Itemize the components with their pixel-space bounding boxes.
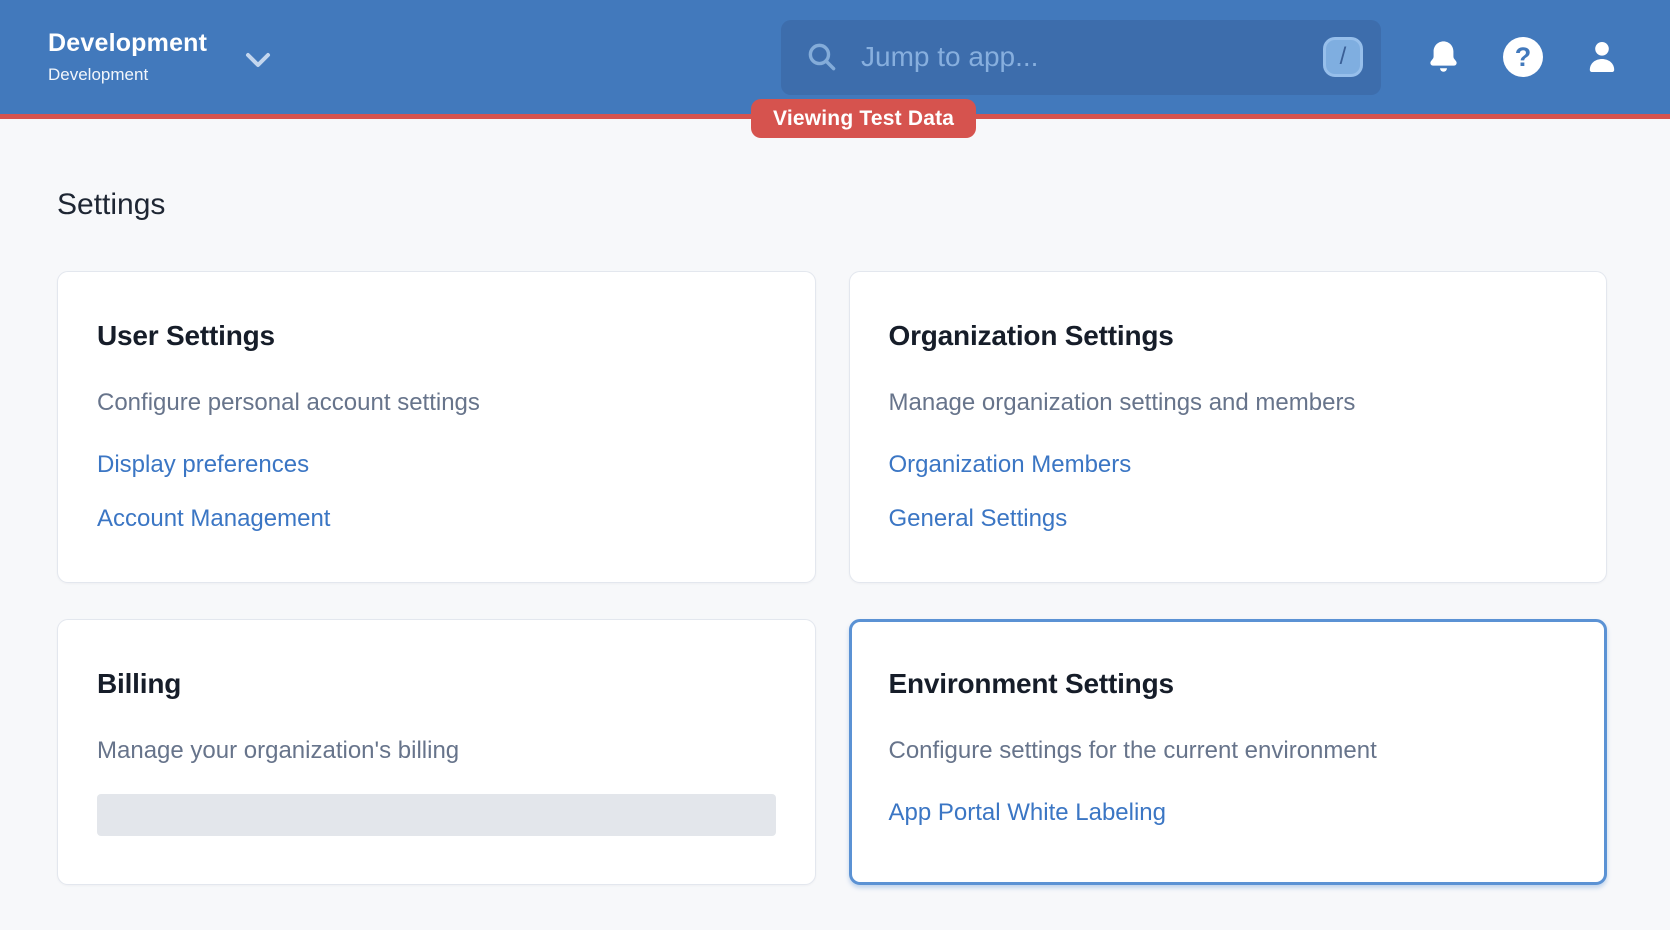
billing-skeleton-bar xyxy=(97,794,776,836)
card-links: App Portal White Labeling xyxy=(889,798,1568,828)
environment-switcher[interactable]: Development Development xyxy=(48,29,273,85)
link-general-settings[interactable]: General Settings xyxy=(889,504,1068,534)
settings-page: Settings User Settings Configure persona… xyxy=(0,119,1670,885)
environment-subtitle: Development xyxy=(48,65,207,85)
card-links: Display preferences Account Management xyxy=(97,450,776,534)
environment-name: Development xyxy=(48,29,207,58)
card-billing: Billing Manage your organization's billi… xyxy=(57,619,816,885)
user-icon xyxy=(1583,38,1621,76)
link-account-management[interactable]: Account Management xyxy=(97,504,330,534)
notifications-button[interactable] xyxy=(1424,38,1463,77)
question-mark-icon: ? xyxy=(1503,37,1543,77)
slash-shortcut-key: / xyxy=(1323,37,1363,77)
help-button[interactable]: ? xyxy=(1503,37,1543,77)
help-glyph: ? xyxy=(1515,42,1532,73)
chevron-down-icon xyxy=(243,49,273,71)
link-display-preferences[interactable]: Display preferences xyxy=(97,450,309,480)
card-organization-settings: Organization Settings Manage organizatio… xyxy=(849,271,1608,583)
environment-label-group: Development Development xyxy=(48,29,207,85)
jump-to-app-search: / xyxy=(781,20,1381,95)
card-description: Configure settings for the current envir… xyxy=(889,736,1568,766)
top-header: Development Development / xyxy=(0,0,1670,114)
page-title: Settings xyxy=(57,188,1607,222)
card-links: Organization Members General Settings xyxy=(889,450,1568,534)
link-app-portal-white-labeling[interactable]: App Portal White Labeling xyxy=(889,798,1167,828)
card-title: Organization Settings xyxy=(889,318,1568,354)
search-input[interactable] xyxy=(839,41,1323,73)
card-environment-settings: Environment Settings Configure settings … xyxy=(849,619,1608,885)
settings-cards-grid: User Settings Configure personal account… xyxy=(57,271,1607,885)
card-user-settings: User Settings Configure personal account… xyxy=(57,271,816,583)
card-title: Billing xyxy=(97,666,776,702)
card-description: Configure personal account settings xyxy=(97,388,776,418)
header-actions: ? xyxy=(1424,37,1621,77)
card-description: Manage organization settings and members xyxy=(889,388,1568,418)
link-organization-members[interactable]: Organization Members xyxy=(889,450,1132,480)
bell-icon xyxy=(1424,38,1463,77)
account-button[interactable] xyxy=(1583,38,1621,76)
card-description: Manage your organization's billing xyxy=(97,736,776,766)
card-title: Environment Settings xyxy=(889,666,1568,702)
search-icon xyxy=(805,40,839,74)
slash-key-label: / xyxy=(1340,43,1347,71)
card-title: User Settings xyxy=(97,318,776,354)
viewing-test-data-badge: Viewing Test Data xyxy=(751,99,976,138)
viewing-test-data-label: Viewing Test Data xyxy=(773,107,954,131)
